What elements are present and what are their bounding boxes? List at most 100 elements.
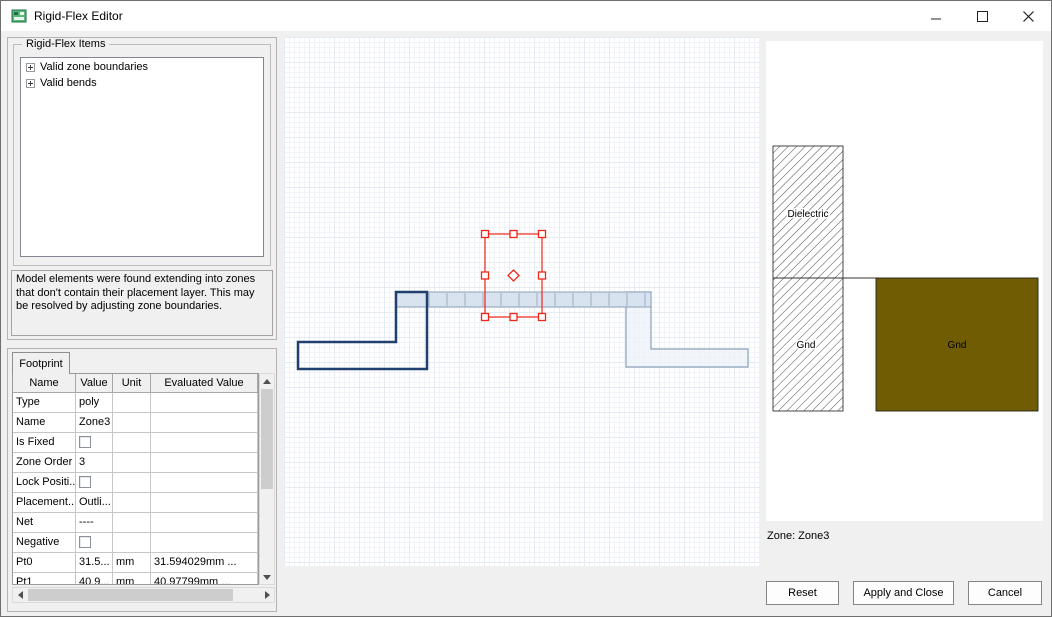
table-row[interactable]: Pt1 40.9... mm 40.97799mm ... [13,573,258,585]
tab-footprint[interactable]: Footprint [12,352,70,374]
cell-value[interactable]: poly [76,393,113,413]
scroll-up-icon [263,379,271,384]
table-row[interactable]: Name Zone3 [13,413,258,433]
tree-item-label: Valid bends [40,77,97,89]
selection-handle[interactable] [539,314,546,321]
cell-unit[interactable] [113,533,151,553]
cell-unit[interactable] [113,493,151,513]
minimize-button[interactable] [913,1,959,31]
cell-value[interactable]: Outli... [76,493,113,513]
header-value[interactable]: Value [76,374,113,393]
selection-handle[interactable] [510,231,517,238]
groupbox-title: Rigid-Flex Items [22,38,109,50]
cell-value[interactable] [76,433,113,453]
scroll-left-icon [18,591,23,599]
rigid-flex-items-tree[interactable]: Valid zone boundaries Valid bends [20,57,264,257]
table-row[interactable]: Pt0 31.5... mm 31.594029mm ... [13,553,258,573]
vertical-scrollbar[interactable] [259,373,275,585]
cell-evaluated [151,413,258,433]
expand-plus-icon[interactable] [26,63,35,72]
scroll-right-icon [265,591,270,599]
cell-unit[interactable] [113,433,151,453]
cell-value[interactable]: 31.5... [76,553,113,573]
selection-center-handle[interactable] [508,270,519,281]
cell-value[interactable]: 3 [76,453,113,473]
table-row[interactable]: Net ---- [13,513,258,533]
cell-name: Name [13,413,76,433]
cell-name: Is Fixed [13,433,76,453]
header-name[interactable]: Name [13,374,76,393]
window-controls [913,1,1051,31]
cell-unit[interactable]: mm [113,573,151,585]
table-row[interactable]: Negative [13,533,258,553]
scroll-up-button[interactable] [260,374,274,388]
scroll-left-button[interactable] [13,588,27,602]
table-row[interactable]: Placement... Outli... [13,493,258,513]
close-icon [1023,11,1034,22]
cancel-button[interactable]: Cancel [968,581,1042,605]
header-unit[interactable]: Unit [113,374,151,393]
tree-item-label: Valid zone boundaries [40,61,148,73]
cell-evaluated [151,493,258,513]
cell-evaluated [151,513,258,533]
gnd-left-label: Gnd [797,340,816,351]
cell-unit[interactable] [113,453,151,473]
gnd-right-label: Gnd [948,340,967,351]
tree-item-valid-bends[interactable]: Valid bends [21,74,263,90]
cell-value[interactable] [76,473,113,493]
reset-button[interactable]: Reset [766,581,839,605]
cell-value[interactable]: ---- [76,513,113,533]
cell-value[interactable]: 40.9... [76,573,113,585]
table-header-row: Name Value Unit Evaluated Value [13,374,258,393]
rigid-flex-items-panel: Rigid-Flex Items Valid zone boundaries V… [7,37,277,340]
window-title: Rigid-Flex Editor [34,9,123,23]
selection-handle[interactable] [539,231,546,238]
flex-band[interactable] [396,292,651,307]
cell-evaluated [151,473,258,493]
titlebar: Rigid-Flex Editor [1,1,1051,31]
rigid-flex-editor-window: Rigid-Flex Editor Rigid-Flex Items Valid… [0,0,1052,617]
selection-handle[interactable] [482,314,489,321]
table-row[interactable]: Type poly [13,393,258,413]
cell-evaluated: 40.97799mm ... [151,573,258,585]
cross-section-canvas[interactable] [284,37,759,566]
selection-handle[interactable] [482,231,489,238]
cell-evaluated: 31.594029mm ... [151,553,258,573]
checkbox[interactable] [79,436,91,448]
horizontal-scrollbar[interactable] [12,587,275,603]
cell-unit[interactable] [113,413,151,433]
cell-unit[interactable] [113,393,151,413]
selection-handle[interactable] [539,272,546,279]
selection-handle[interactable] [510,314,517,321]
cell-evaluated [151,533,258,553]
table-row[interactable]: Is Fixed [13,433,258,453]
close-button[interactable] [1005,1,1051,31]
cell-value[interactable] [76,533,113,553]
scroll-right-button[interactable] [260,588,274,602]
cell-value[interactable]: Zone3 [76,413,113,433]
cell-unit[interactable]: mm [113,553,151,573]
cell-evaluated [151,433,258,453]
scroll-down-button[interactable] [260,570,274,584]
cell-unit[interactable] [113,473,151,493]
tree-item-valid-zone-boundaries[interactable]: Valid zone boundaries [21,58,263,74]
horizontal-scrollbar-thumb[interactable] [28,589,233,601]
maximize-button[interactable] [959,1,1005,31]
header-evaluated-value[interactable]: Evaluated Value [151,374,258,393]
properties-table[interactable]: Name Value Unit Evaluated Value Type pol… [12,373,259,585]
table-row[interactable]: Zone Order 3 [13,453,258,473]
checkbox[interactable] [79,536,91,548]
app-icon [11,8,27,24]
cell-name: Lock Positi... [13,473,76,493]
cell-name: Zone Order [13,453,76,473]
minimize-icon [931,11,942,22]
expand-plus-icon[interactable] [26,79,35,88]
checkbox[interactable] [79,476,91,488]
table-row[interactable]: Lock Positi... [13,473,258,493]
selection-handle[interactable] [482,272,489,279]
cell-name: Pt0 [13,553,76,573]
layer-stack-preview: Dielectric Gnd Gnd [766,41,1043,521]
cell-unit[interactable] [113,513,151,533]
vertical-scrollbar-thumb[interactable] [261,389,273,489]
apply-and-close-button[interactable]: Apply and Close [853,581,954,605]
